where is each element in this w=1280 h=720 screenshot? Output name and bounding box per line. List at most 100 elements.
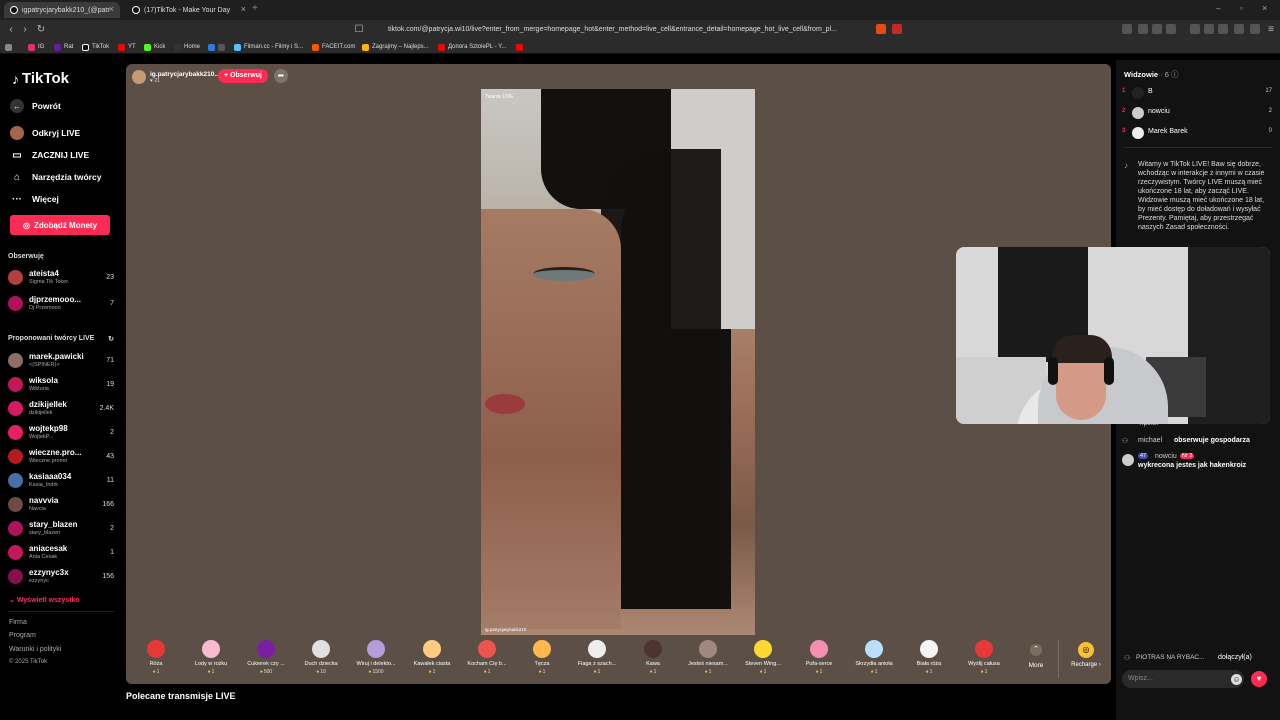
tab-active[interactable]: igpatrycjarybakk210_(@patr ×	[4, 2, 120, 18]
bookmark-misc[interactable]	[208, 41, 225, 53]
following-item[interactable]: ateista4 Sigma Tik Toker. 23	[8, 267, 114, 289]
footer-company[interactable]: Firma	[9, 619, 27, 626]
extension-icon[interactable]	[1138, 24, 1148, 34]
chevron-up-icon: ⌃	[1030, 644, 1042, 656]
refresh-icon[interactable]: ↻	[108, 335, 114, 343]
sidebar-icon[interactable]	[1204, 24, 1214, 34]
viewer-row[interactable]: 1 B 17	[1122, 84, 1272, 102]
close-icon[interactable]: ×	[109, 4, 114, 14]
url-field[interactable]: tiktok.com/@patrycja.wi10/live?enter_fro…	[370, 23, 910, 37]
menu-icon[interactable]: ≡	[1264, 23, 1278, 37]
bookmark-sztole[interactable]: Допога SztolePL - Y...	[438, 41, 506, 53]
bookmark-icon[interactable]: ☐	[352, 23, 366, 37]
following-item[interactable]: djprzemooo... Dj Przemooo 7	[8, 293, 114, 315]
follow-button[interactable]: + Obserwuj	[218, 69, 268, 83]
avatar	[1132, 87, 1144, 99]
bookmark-home[interactable]: Home	[174, 41, 200, 53]
suggested-item[interactable]: wojtekp98 WojtekP... 2	[8, 422, 114, 444]
bookmark-filman[interactable]: Filman.cc - Filmy i S...	[234, 41, 303, 53]
minimize-icon[interactable]: –	[1216, 4, 1220, 13]
like-button[interactable]: ♥	[1251, 671, 1267, 687]
extension-icon[interactable]	[1234, 24, 1244, 34]
back-icon[interactable]: ‹	[4, 23, 18, 37]
suggested-item[interactable]: aniacesak Ania Cesak 1	[8, 542, 114, 564]
vpn-icon[interactable]	[1250, 24, 1260, 34]
gift-item[interactable]: Skrzydła anioła1	[848, 640, 900, 682]
nav-start-live[interactable]: ▭ ZACZNIJ LIVE	[10, 148, 89, 162]
suggested-item[interactable]: marek.pawicki <(SPINER)> 71	[8, 350, 114, 372]
viewers-title[interactable]: Widzowie · 6 ⓘ	[1124, 69, 1179, 80]
gift-item[interactable]: Biała róża1	[903, 640, 955, 682]
bookmark-faceit[interactable]: FACEIT.com	[312, 41, 355, 53]
gift-item[interactable]: Kocham Cię b...1	[461, 640, 513, 682]
video-watermark: ig.patrycjarybakk210	[485, 627, 527, 632]
more-gifts-button[interactable]: ⌃ More	[1026, 644, 1046, 669]
show-all-link[interactable]: ⌄ Wyświetl wszystko	[9, 596, 80, 604]
suggested-item[interactable]: navvvia Navcia 166	[8, 494, 114, 516]
recharge-button[interactable]: ◎ Recharge ›	[1066, 642, 1106, 668]
footer-terms[interactable]: Warunki i polityki	[9, 646, 61, 653]
gift-item[interactable]: Wiruj i delekto...1500	[350, 640, 402, 682]
suggested-item[interactable]: kasiaaa034 Kasia_Indrk 11	[8, 470, 114, 492]
gift-item[interactable]: Steven Wing...1	[737, 640, 789, 682]
suggested-item[interactable]: stary_blazen stary_blazen 2	[8, 518, 114, 540]
share-icon[interactable]: ➦	[274, 69, 288, 83]
bookmark-yt[interactable]: YT	[118, 41, 136, 53]
gift-item[interactable]: Kawa1	[627, 640, 679, 682]
bookmark-zagrajmy[interactable]: Zagrajmy – Najleps...	[362, 41, 429, 53]
gift-item[interactable]: Duch dziecka10	[295, 640, 347, 682]
gift-item[interactable]: Tęcza1	[516, 640, 568, 682]
bookmark-ig[interactable]: IG	[28, 41, 44, 53]
gift-item[interactable]: Róża1	[130, 640, 182, 682]
gift-item[interactable]: Cukierek czy ...500	[240, 640, 292, 682]
rose-icon	[147, 640, 165, 658]
host-info[interactable]: ig.patrycjarybakk210... ♥ 21	[132, 70, 220, 84]
gift-item[interactable]: Flaga z szach...1	[571, 640, 623, 682]
gift-item[interactable]: Pufa-serce1	[793, 640, 845, 682]
brave-rewards-icon[interactable]	[892, 24, 902, 34]
reload-icon[interactable]: ↻	[34, 23, 48, 37]
bookmark-tiktok[interactable]: TikTok	[82, 41, 109, 53]
wallet-icon[interactable]	[1218, 24, 1228, 34]
gift-item[interactable]: Lody w rożku1	[185, 640, 237, 682]
forward-icon[interactable]: ›	[18, 23, 32, 37]
viewer-row[interactable]: 2 nowciu 2	[1122, 104, 1272, 122]
tab-inactive[interactable]: (17)TikTok - Make Your Day ×	[126, 2, 252, 18]
maximize-icon[interactable]: ▫	[1240, 4, 1243, 13]
gift-item[interactable]: Wyślij całusa1	[958, 640, 1010, 682]
tiktok-icon	[82, 43, 89, 51]
apps-icon[interactable]	[5, 41, 12, 53]
close-window-icon[interactable]: ×	[1262, 3, 1267, 13]
chat-input[interactable]: Wpisz...	[1122, 670, 1244, 688]
new-tab-icon[interactable]: +	[252, 3, 258, 14]
extension-icon[interactable]	[1122, 24, 1132, 34]
extension-icon[interactable]	[1152, 24, 1162, 34]
media-icon[interactable]	[1190, 24, 1200, 34]
nav-back[interactable]: ← Powrót	[10, 99, 61, 113]
nav-creator-tools[interactable]: ⌂ Narzędzia twórcy	[10, 170, 101, 184]
suggested-item[interactable]: dzikijellek dzikijellek 2.4K	[8, 398, 114, 420]
footer-program[interactable]: Program	[9, 632, 36, 639]
brave-shield-icon[interactable]	[876, 24, 886, 34]
get-coins-button[interactable]: ◎ Zdobądź Monety	[10, 215, 110, 235]
bookmark-kick[interactable]: Kick	[144, 41, 165, 53]
live-video[interactable]: Twarze LIVE ig.patrycjarybakk210	[481, 89, 755, 635]
tiktok-logo[interactable]: ♪ TikTok	[12, 70, 69, 87]
bookmark-yt2[interactable]	[516, 41, 523, 53]
suggested-item[interactable]: wiksola Wiktoria 19	[8, 374, 114, 396]
emoji-icon[interactable]: ☺	[1231, 674, 1242, 685]
nav-more[interactable]: ··· Więcej	[10, 192, 59, 206]
gift-item[interactable]: Kawałek ciasta1	[406, 640, 458, 682]
suggested-item[interactable]: ezzynyc3x ezzynyc 156	[8, 566, 114, 588]
wings-icon	[754, 640, 772, 658]
bookmark-rat[interactable]: Rat	[54, 41, 73, 53]
info-icon[interactable]: ⓘ	[1169, 70, 1179, 79]
suggested-item[interactable]: wieczne.pro... Wieczne.promo 43	[8, 446, 114, 468]
gift-item[interactable]: Jesteś niesam...1	[682, 640, 734, 682]
avatar	[1132, 127, 1144, 139]
extension-icon[interactable]	[1166, 24, 1176, 34]
gift-bar: Róża1 Lody w rożku1 Cukierek czy ...500 …	[126, 636, 1111, 684]
close-icon[interactable]: ×	[241, 4, 246, 14]
nav-discover-live[interactable]: Odkryj LIVE	[10, 126, 80, 140]
viewer-row[interactable]: 3 Marek Barek 0	[1122, 124, 1272, 142]
